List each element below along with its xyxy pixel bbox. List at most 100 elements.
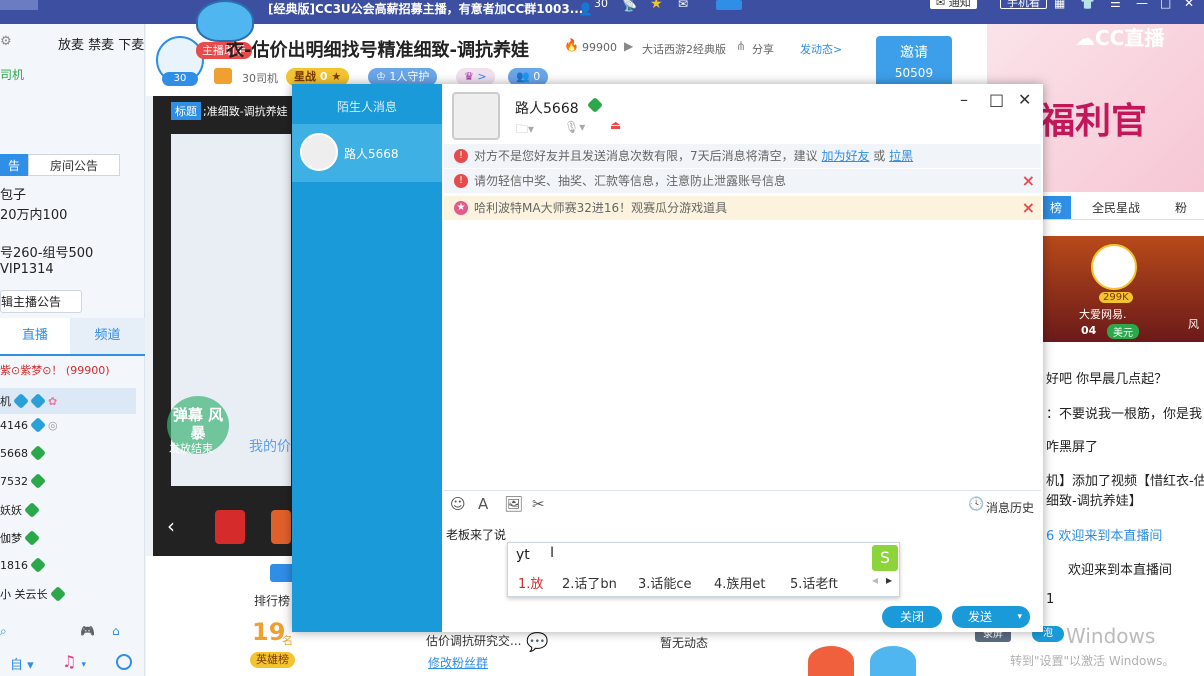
ime-candidate[interactable]: 1.放 (518, 573, 543, 592)
list-item[interactable]: 4146 ◎ (0, 417, 58, 433)
hero-rank-pill[interactable]: 英雄榜 (250, 652, 295, 668)
text-icon[interactable]: 自 ▾ (10, 654, 34, 673)
ime-next-icon[interactable]: ▸ (886, 573, 892, 587)
valuation-group[interactable]: 估价调抗研究交... (426, 632, 521, 649)
post-link[interactable]: 发动态> (800, 41, 842, 57)
tab-live[interactable]: 直播 (0, 318, 70, 354)
record-icon[interactable] (716, 0, 742, 10)
image-icon[interactable]: 🖼 (504, 495, 523, 513)
game-name[interactable]: 大话西游2经典版 (642, 41, 726, 57)
dropdown-icon[interactable]: ▾ (1017, 606, 1022, 628)
list-item[interactable]: 紫⊙紫梦⊙！ (99900) (0, 362, 110, 378)
gift-red-packet-icon[interactable] (215, 510, 245, 544)
fans-group-link[interactable]: 修改粉丝群 (428, 654, 488, 671)
record-dot-icon[interactable] (116, 654, 132, 670)
hero-money: 美元 (1107, 324, 1139, 339)
close-button[interactable]: 关闭 (882, 606, 942, 628)
tab-notice[interactable]: 告 (0, 154, 28, 176)
tool-icon[interactable]: ✉ (678, 0, 688, 11)
badge-icon (30, 393, 46, 409)
history-link[interactable]: 消息历史 (986, 499, 1034, 516)
chat-avatar[interactable] (452, 92, 500, 140)
star-war-label: 星战 (294, 70, 316, 83)
menu-icon[interactable]: ☰ (1110, 0, 1121, 10)
edit-announce-button[interactable]: 辑主播公告 (0, 290, 82, 313)
sub-level: 30司机 (242, 72, 278, 85)
font-icon[interactable]: A (478, 495, 488, 513)
tab-room-announce[interactable]: 房间公告 (28, 154, 120, 176)
list-tabs: 直播 频道 (0, 318, 145, 356)
list-item[interactable]: 7532 (0, 473, 46, 489)
tab-fans[interactable]: 粉 (1161, 196, 1201, 219)
video-player[interactable]: 标题 ;准细致-调抗养娃 弹幕 风暴 发放结束 我的价 ‹ (153, 96, 293, 556)
hero-avatar[interactable] (1091, 244, 1137, 290)
dialog-maximize-icon[interactable]: □ (989, 90, 1004, 109)
phone-watch-button[interactable]: 手机看 (1000, 0, 1047, 9)
list-item[interactable]: 小 关云长 (0, 586, 66, 602)
share-icon[interactable]: ⋔ (736, 39, 746, 53)
close-notice-icon[interactable]: × (1022, 196, 1035, 220)
badge-icon (13, 393, 29, 409)
skin-icon[interactable]: 👕 (1080, 0, 1095, 10)
cc-logo: ☁CC直播 (1075, 26, 1165, 50)
notice-text: 哈利波特MA大师赛32进16！观赛瓜分游戏道具 (474, 201, 728, 215)
chat-message: 1 (1046, 592, 1055, 607)
list-item[interactable]: 伽梦 (0, 530, 40, 546)
alarm-icon[interactable]: ⏏ (610, 118, 621, 132)
video-title: ;准细致-调抗养娃 (203, 105, 288, 118)
ime-candidate[interactable]: 5.话老ft (790, 573, 838, 592)
tab-channel[interactable]: 频道 (70, 318, 145, 354)
home-icon[interactable]: ⌂ (112, 624, 120, 638)
mic-icon[interactable]: 🎙▾ (564, 120, 585, 134)
promo-thumb[interactable] (808, 646, 854, 676)
share-link[interactable]: 分享 (752, 41, 774, 57)
list-item[interactable]: 妖妖 (0, 502, 40, 518)
prev-arrow-icon[interactable]: ‹ (167, 514, 175, 538)
stranger-messages-title: 陌生人消息 (336, 100, 397, 114)
chat-message: 6 欢迎来到本直播间 (1046, 529, 1163, 544)
dialog-minimize-icon[interactable]: – (960, 90, 968, 109)
maximize-icon[interactable]: □ (1160, 0, 1171, 10)
broadcast-icon[interactable]: 📡 (622, 0, 637, 12)
music-icon[interactable]: ♫ ▾ (62, 652, 86, 671)
settings-icon[interactable]: ⚙ (0, 34, 12, 49)
tab-star-war[interactable]: 全民星战 (1071, 196, 1161, 219)
mic-control-label[interactable]: 放麦 禁麦 下麦 (58, 34, 144, 53)
add-friend-link[interactable]: 加为好友 (821, 149, 869, 163)
user-name: 5668 (0, 446, 28, 460)
barrage-label: 弹幕 风暴 (172, 406, 224, 442)
ime-candidate[interactable]: 2.话了bn (562, 573, 617, 592)
list-item[interactable]: 1816 (0, 557, 46, 573)
contact-item[interactable]: 路人5668 (292, 124, 442, 182)
list-item[interactable]: 5668 (0, 445, 46, 461)
block-link[interactable]: 拉黑 (889, 149, 913, 163)
grid-icon[interactable]: ▦ (1054, 0, 1065, 10)
history-icon[interactable]: 🕓 (968, 497, 984, 512)
rank-label[interactable]: 排行榜 (254, 592, 290, 609)
user-name: 7532 (0, 474, 28, 488)
ime-candidate[interactable]: 4.族用et (714, 573, 766, 592)
star-icon[interactable]: ★ (650, 0, 663, 12)
folder-icon[interactable]: 🗀▾ (516, 120, 534, 141)
search-icon[interactable]: ⌕ (0, 624, 7, 639)
close-notice-icon[interactable]: × (1022, 169, 1035, 193)
tab-rank[interactable]: 榜 (1041, 196, 1071, 219)
gift-icon[interactable] (271, 510, 291, 544)
gamepad-icon[interactable]: 🎮 (80, 624, 95, 638)
ime-prev-icon[interactable]: ◂ (872, 573, 878, 587)
scissors-icon[interactable]: ✂ (532, 495, 545, 513)
notice-fraud: ! 请勿轻信中奖、抽奖、汇款等信息，注意防止泄露账号信息 × (444, 169, 1041, 193)
list-item[interactable]: 机 ✿ (0, 388, 136, 414)
send-button[interactable]: 发送 ▾ (952, 606, 1030, 628)
message-icon[interactable]: 💬 (526, 632, 548, 653)
minimize-icon[interactable]: — (1136, 0, 1148, 10)
guard-icon: ♔ (376, 70, 386, 83)
dialog-close-icon[interactable]: ✕ (1018, 90, 1031, 109)
emoji-icon[interactable]: ☺ (450, 495, 466, 513)
notify-button[interactable]: ✉ 通知 (930, 0, 977, 9)
ime-candidate[interactable]: 3.话能ce (638, 573, 692, 592)
fire-icon: 🔥 (564, 38, 579, 52)
close-icon[interactable]: ✕ (1184, 0, 1194, 10)
promo-thumb[interactable] (870, 646, 916, 676)
invite-button[interactable]: 邀请 50509 (876, 36, 952, 88)
